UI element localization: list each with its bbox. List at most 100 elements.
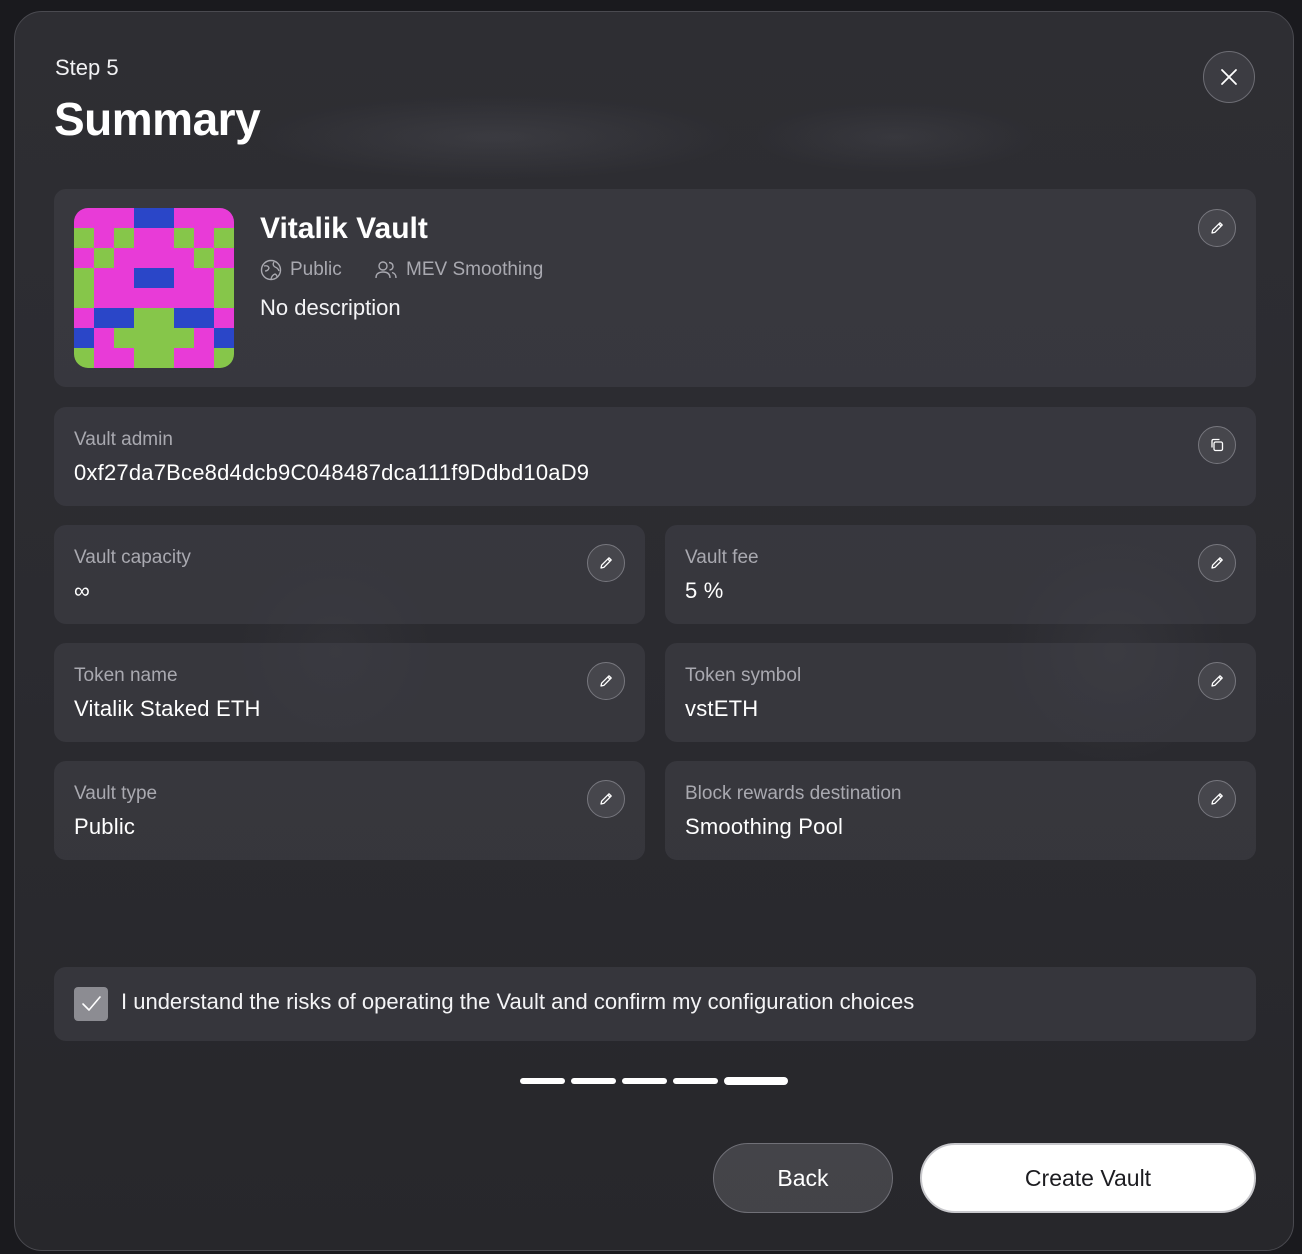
pencil-icon	[1211, 793, 1223, 805]
visibility-label: Public	[290, 259, 342, 280]
avatar-pixel	[94, 308, 114, 328]
avatar-pixel	[174, 288, 194, 308]
avatar-pixel	[154, 308, 174, 328]
avatar-pixel	[134, 348, 154, 368]
step-label: Step 5	[55, 55, 119, 80]
step-indicator	[673, 1078, 718, 1084]
avatar-pixel	[174, 268, 194, 288]
avatar-pixel	[214, 268, 234, 288]
vault-type-value: Public	[74, 814, 136, 839]
avatar-pixel	[94, 248, 114, 268]
avatar-pixel	[94, 268, 114, 288]
avatar-pixel	[114, 308, 134, 328]
edit-token-symbol-button[interactable]	[1198, 662, 1236, 700]
edit-capacity-button[interactable]	[587, 544, 625, 582]
avatar-pixel	[214, 328, 234, 348]
field-label: Vault fee	[685, 547, 759, 568]
token-name-value: Vitalik Staked ETH	[74, 696, 261, 721]
globe-icon	[260, 259, 282, 281]
avatar-pixel	[154, 248, 174, 268]
avatar-pixel	[194, 208, 214, 228]
avatar-pixel	[74, 348, 94, 368]
avatar-pixel	[114, 268, 134, 288]
avatar-pixel	[154, 288, 174, 308]
avatar-pixel	[114, 288, 134, 308]
step-indicator	[622, 1078, 667, 1084]
avatar-pixel	[74, 328, 94, 348]
close-icon	[1221, 69, 1237, 85]
vault-admin-address: 0xf27da7Bce8d4dcb9C048487dca111f9Ddbd10a…	[74, 460, 590, 485]
step-indicator	[571, 1078, 616, 1084]
avatar-pixel	[194, 268, 214, 288]
avatar-pixel	[134, 308, 154, 328]
avatar-pixel	[134, 328, 154, 348]
avatar-pixel	[194, 308, 214, 328]
avatar-pixel	[94, 288, 114, 308]
edit-token-name-button[interactable]	[587, 662, 625, 700]
avatar-pixel	[214, 248, 234, 268]
risk-confirmation-label[interactable]: I understand the risks of operating the …	[121, 989, 914, 1015]
field-label: Vault type	[74, 783, 158, 804]
close-button[interactable]	[1203, 51, 1255, 103]
copy-admin-button[interactable]	[1198, 426, 1236, 464]
risk-confirmation-checkbox[interactable]	[74, 987, 108, 1021]
avatar-pixel	[174, 308, 194, 328]
rewards-destination-value: Smoothing Pool	[685, 814, 844, 839]
pencil-icon	[1211, 222, 1223, 234]
avatar-pixel	[154, 228, 174, 248]
vault-description: No description	[260, 295, 401, 320]
avatar-pixel	[214, 288, 234, 308]
avatar-pixel	[74, 228, 94, 248]
back-button[interactable]: Back	[713, 1143, 893, 1213]
create-vault-modal: Step 5 Summary Vitalik Vault Public MEV …	[14, 11, 1294, 1251]
pencil-icon	[600, 557, 612, 569]
avatar-pixel	[114, 228, 134, 248]
rewards-destination-card: Block rewards destination Smoothing Pool	[665, 761, 1256, 860]
avatar-pixel	[134, 268, 154, 288]
token-symbol-value: vstETH	[685, 696, 759, 721]
edit-vault-type-button[interactable]	[587, 780, 625, 818]
avatar-pixel	[174, 328, 194, 348]
avatar-pixel	[194, 348, 214, 368]
avatar-pixel	[74, 308, 94, 328]
token-symbol-card: Token symbol vstETH	[665, 643, 1256, 742]
avatar-pixel	[214, 208, 234, 228]
avatar-pixel	[74, 268, 94, 288]
visibility-tag: Public	[260, 259, 342, 281]
field-label: Token name	[74, 665, 178, 686]
edit-fee-button[interactable]	[1198, 544, 1236, 582]
avatar-pixel	[134, 228, 154, 248]
create-vault-button[interactable]: Create Vault	[920, 1143, 1256, 1213]
avatar-pixel	[194, 288, 214, 308]
avatar-pixel	[134, 248, 154, 268]
page-title: Summary	[54, 93, 261, 145]
copy-icon	[1211, 438, 1224, 452]
users-icon	[375, 261, 397, 279]
token-name-card: Token name Vitalik Staked ETH	[54, 643, 645, 742]
edit-vault-info-button[interactable]	[1198, 209, 1236, 247]
avatar-pixel	[174, 208, 194, 228]
vault-capacity-value: ∞	[74, 578, 90, 603]
avatar-pixel	[174, 228, 194, 248]
step-indicator	[520, 1078, 565, 1084]
avatar-pixel	[114, 248, 134, 268]
vault-admin-card: Vault admin 0xf27da7Bce8d4dcb9C048487dca…	[54, 407, 1256, 506]
avatar-pixel	[194, 328, 214, 348]
field-label: Vault admin	[74, 429, 173, 450]
pencil-icon	[600, 793, 612, 805]
avatar-pixel	[94, 328, 114, 348]
field-label: Vault capacity	[74, 547, 191, 568]
pencil-icon	[1211, 675, 1223, 687]
field-label: Block rewards destination	[685, 783, 902, 804]
avatar-pixel	[174, 248, 194, 268]
avatar-pixel	[114, 208, 134, 228]
step-progress	[520, 1077, 788, 1085]
vault-fee-card: Vault fee 5 %	[665, 525, 1256, 624]
avatar-pixel	[134, 208, 154, 228]
edit-rewards-destination-button[interactable]	[1198, 780, 1236, 818]
avatar-pixel	[194, 248, 214, 268]
avatar-pixel	[214, 348, 234, 368]
mev-label: MEV Smoothing	[406, 259, 544, 280]
avatar-pixel	[194, 228, 214, 248]
avatar-pixel	[74, 288, 94, 308]
